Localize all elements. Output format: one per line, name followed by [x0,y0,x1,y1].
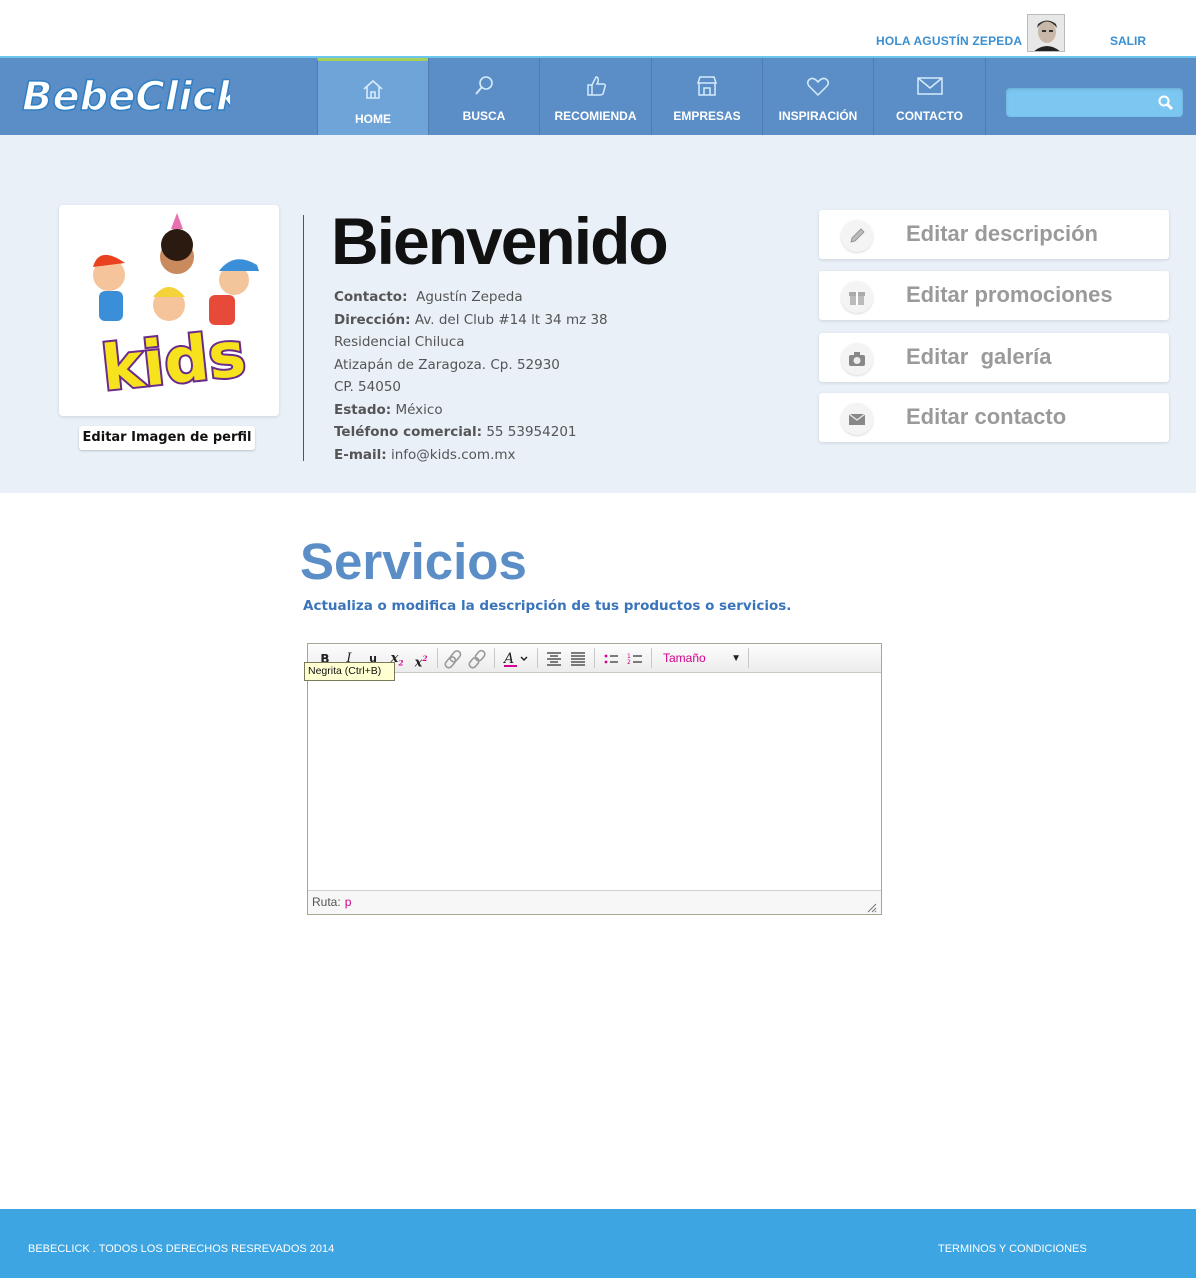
profile-section: kids Editar Imagen de perfil Bienvenido … [0,135,1196,493]
contact-info: Contacto: Agustín Zepeda Dirección: Av. … [334,286,608,466]
font-color-button[interactable]: A [502,649,532,669]
action-label: Editar galería [906,344,1052,369]
numbered-list-icon[interactable]: 12 [625,649,645,669]
path-value[interactable]: p [345,895,352,909]
services-subtitle: Actualiza o modifica la descripción de t… [303,598,792,614]
nav-busca[interactable]: BUSCA [428,58,539,135]
svg-text:kids: kids [98,317,249,405]
font-size-select[interactable]: Tamaño ▼ [658,649,744,668]
state-value: México [395,401,443,418]
logout-link[interactable]: SALIR [1110,34,1146,48]
unlink-icon[interactable] [467,649,487,669]
edit-profile-image-button[interactable]: Editar Imagen de perfil [79,426,255,450]
edit-contact-button[interactable]: Editar contacto [819,393,1169,442]
gift-icon [841,281,873,313]
search-icon[interactable] [1157,94,1175,112]
state-label: Estado: [334,401,392,418]
edit-promotions-button[interactable]: Editar promociones [819,271,1169,320]
font-size-value: Tamaño [663,651,706,665]
thumbs-up-icon [582,74,610,98]
address-label: Dirección: [334,311,411,328]
nav-label: RECOMIENDA [554,109,637,123]
divider [303,215,304,461]
svg-text:A: A [502,651,514,667]
nav-label: EMPRESAS [673,109,741,123]
store-icon [693,74,721,98]
edit-gallery-button[interactable]: Editar galería [819,333,1169,382]
avatar[interactable] [1027,14,1065,52]
toolbar-separator [748,648,749,668]
svg-text:2: 2 [627,659,631,666]
search-icon [470,74,498,98]
action-label: Editar contacto [906,404,1067,429]
phone-value: 55 53954201 [486,424,577,440]
resize-handle-icon[interactable] [865,898,877,913]
nav-contacto[interactable]: CONTACTO [873,58,985,135]
top-bar: HOLA AGUSTÍN ZEPEDA SALIR [0,0,1196,56]
phone-label: Teléfono comercial: [334,424,483,440]
align-center-icon[interactable] [544,649,564,669]
envelope-icon [841,403,873,435]
terms-link[interactable]: TERMINOS Y CONDICIONES [938,1243,1087,1255]
toolbar-separator [651,648,652,668]
address-line: Av. del Club #14 lt 34 mz 38 [414,311,608,328]
contact-row: Contacto: Agustín Zepeda [334,286,608,309]
nav-recomienda[interactable]: RECOMIENDA [539,58,651,135]
services-title: Servicios [300,533,527,590]
nav-home[interactable]: HOME [317,58,428,135]
editor-statusbar: Ruta: p [308,890,881,914]
heart-icon [804,74,832,98]
phone-row: Teléfono comercial: 55 53954201 [334,421,608,444]
envelope-icon [916,74,944,98]
svg-text:BebeClick: BebeClick [22,74,230,120]
align-justify-icon[interactable] [568,649,588,669]
pencil-icon [841,220,873,252]
home-icon [359,77,387,101]
camera-icon [841,343,873,375]
superscript-button[interactable]: x2 [411,649,431,670]
address-line: Residencial Chiluca [334,334,465,350]
toolbar-separator [437,648,438,668]
edit-description-button[interactable]: Editar descripción [819,210,1169,259]
nav-label: INSPIRACIÓN [778,109,858,123]
email-row: E-mail: info@kids.com.mx [334,444,608,467]
nav-inspiracion[interactable]: INSPIRACIÓN [762,58,873,135]
user-greeting: HOLA AGUSTÍN ZEPEDA [876,34,1023,48]
nav-label: HOME [355,112,391,126]
nav-divider [985,58,986,135]
nav-label: CONTACTO [896,109,963,123]
toolbar-separator [537,648,538,668]
toolbar-separator [594,648,595,668]
action-label: Editar descripción [906,221,1098,246]
link-icon[interactable] [443,649,463,669]
contact-label: Contacto: [334,289,408,305]
state-row: Estado: México [334,399,608,422]
rich-text-editor: B I u x2 x2 A 12 Tamaño ▼ Ruta: p [307,643,882,915]
email-value: info@kids.com.mx [390,446,516,463]
editor-content[interactable] [308,674,881,889]
chevron-down-icon: ▼ [731,653,741,664]
main-nav: BebeClick HOME BUSCA RECOMIENDA EMPRESAS… [0,56,1196,135]
action-label: Editar promociones [906,282,1113,307]
address-line: Atizapán de Zaragoza. Cp. 52930 [334,356,560,373]
bold-tooltip: Negrita (Ctrl+B) [304,662,395,681]
toolbar-separator [494,648,495,668]
nav-label: BUSCA [462,109,506,123]
footer: BEBECLICK . TODOS LOS DERECHOS RESREVADO… [0,1209,1196,1278]
address-line: CP. 54050 [334,379,401,395]
path-label: Ruta: [312,895,341,909]
nav-empresas[interactable]: EMPRESAS [651,58,762,135]
bulleted-list-icon[interactable] [601,649,621,669]
bebeclick-logo[interactable]: BebeClick [20,70,245,122]
email-label: E-mail: [334,446,387,463]
contact-value: Agustín Zepeda [416,289,523,305]
copyright: BEBECLICK . TODOS LOS DERECHOS RESREVADO… [28,1243,335,1255]
address-row: Dirección: Av. del Club #14 lt 34 mz 38 [334,309,608,332]
page-title: Bienvenido [331,204,669,278]
profile-image: kids [59,205,279,416]
